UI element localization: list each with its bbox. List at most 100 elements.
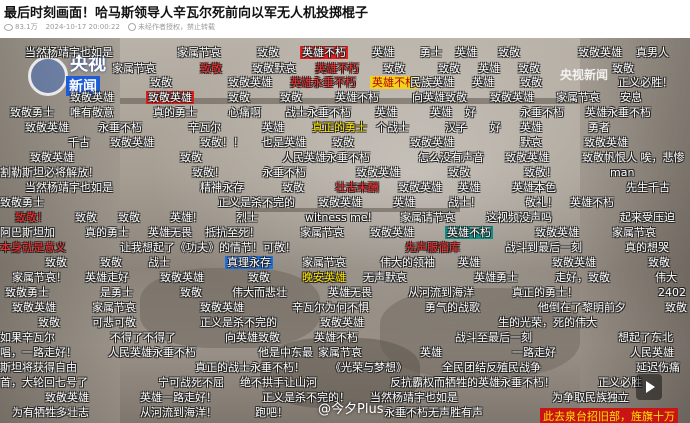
danmaku-comment: 永垂不朽 bbox=[98, 121, 142, 134]
danmaku-comment: 英雄 bbox=[520, 121, 542, 134]
danmaku-comment: 为有牺牲多壮志 bbox=[12, 406, 89, 419]
danmaku-comment: 反抗霸权而牺牲的英雄永垂不朽！ bbox=[390, 376, 555, 389]
danmaku-comment: 英雄不朽 bbox=[570, 196, 614, 209]
danmaku-comment: 致敬 bbox=[665, 301, 687, 314]
danmaku-comment: 好 bbox=[490, 121, 501, 134]
danmaku-comment: 伟大的领袖 bbox=[380, 256, 435, 269]
danmaku-comment: 家属请节哀 bbox=[400, 211, 455, 224]
copyright-notice: 未经作者授权，禁止转载 bbox=[127, 22, 215, 32]
danmaku-comment: 先声服宿库 bbox=[405, 241, 460, 254]
danmaku-comment: 割勒斯坦必将解放！ bbox=[0, 166, 99, 179]
danmaku-comment: 致敬 bbox=[282, 181, 304, 194]
danmaku-comment: 永垂不朽 bbox=[262, 166, 306, 179]
danmaku-comment: 致敬！ bbox=[192, 166, 225, 179]
danmaku-comment: 从河流到海洋 bbox=[408, 286, 474, 299]
danmaku-comment: 《光荣与梦想》 bbox=[330, 361, 407, 374]
danmaku-comment: 致敬英雄 bbox=[578, 46, 622, 59]
danmaku-comment: 英雄勇士 bbox=[474, 271, 518, 284]
danmaku-comment: 致敬 bbox=[180, 286, 202, 299]
danmaku-comment: 从河流到海洋！ bbox=[140, 406, 217, 419]
danmaku-comment: 致敬 bbox=[438, 62, 460, 75]
danmaku-comment: 英雄 bbox=[430, 106, 452, 119]
danmaku-comment: 致敬 bbox=[248, 271, 270, 284]
danmaku-comment: 致敬 bbox=[520, 76, 542, 89]
danmaku-comment: 家属节哀 bbox=[92, 301, 136, 314]
danmaku-comment: 致敬勇士 bbox=[10, 106, 54, 119]
danmaku-comment: 致敬 bbox=[38, 316, 60, 329]
danmaku-comment: 英雄 bbox=[393, 196, 415, 209]
danmaku-comment: 起来受压迫 bbox=[620, 211, 675, 224]
danmaku-comment: 致敬 bbox=[383, 62, 405, 75]
danmaku-comment: 烈士 bbox=[236, 211, 258, 224]
danmaku-comment: 一路走好 bbox=[512, 346, 556, 359]
danmaku-comment: 致敬英雄 bbox=[356, 166, 400, 179]
danmaku-comment: 勇士 bbox=[420, 46, 442, 59]
danmaku-comment: 跑吧！ bbox=[255, 406, 288, 419]
danmaku-comment: 晚安英雄 bbox=[302, 271, 346, 284]
video-player[interactable]: 央视 新闻 央视新闻 当然杨靖宇也如是 家属节哀 致敬 英雄不朽 英雄 勇士 英雄 致敬 致敬英… bbox=[0, 38, 690, 423]
danmaku-comment: 当然杨靖宇也如是 bbox=[25, 181, 113, 194]
danmaku-comment: 致敬英雄 bbox=[200, 301, 244, 314]
danmaku-comment: 战斗至最后一刻 bbox=[455, 331, 532, 344]
danmaku-comment: 致敬英雄 bbox=[318, 196, 362, 209]
danmaku-comment: 好 bbox=[465, 106, 476, 119]
danmaku-comment: 人民英雄永垂不朽 bbox=[282, 151, 370, 164]
danmaku-comment: 致敬英雄 bbox=[370, 226, 414, 239]
danmaku-comment: 英雄 bbox=[375, 106, 397, 119]
danmaku-comment: 2402 bbox=[658, 286, 686, 299]
danmaku-comment: 英雄 bbox=[455, 46, 477, 59]
danmaku-comment: 英雄永垂不朽 bbox=[585, 106, 651, 119]
danmaku-comment: 英雄 bbox=[372, 46, 394, 59]
danmaku-comment: 阿巴斯坦加 bbox=[0, 226, 55, 239]
danmaku-comment: 致敬 bbox=[648, 256, 670, 269]
danmaku-comment: 让我想起了《功夫》的情节！可敬！ bbox=[120, 241, 296, 254]
watermark-right: 央视新闻 bbox=[560, 68, 609, 82]
play-button[interactable] bbox=[636, 374, 662, 400]
danmaku-comment: 致敬 bbox=[332, 136, 354, 149]
danmaku-comment: 英雄一路走好！ bbox=[140, 391, 217, 404]
danmaku-comment: 勇气的战歌 bbox=[425, 301, 480, 314]
danmaku-comment: 英雄走好 bbox=[85, 271, 129, 284]
danmaku-comment: 英雄不朽 bbox=[335, 91, 379, 104]
danmaku-comment: 安息 bbox=[620, 91, 642, 104]
danmaku-comment: 家属节哀 bbox=[302, 256, 346, 269]
views-stat: 83.1万 bbox=[4, 22, 38, 32]
danmaku-comment: 伟大 bbox=[655, 271, 677, 284]
danmaku-comment: 致敬英雄 bbox=[584, 136, 628, 149]
danmaku-comment: 英雄！ bbox=[170, 211, 203, 224]
danmaku-comment: 致敬帆恨人 唉，悲惨 bbox=[582, 151, 685, 164]
danmaku-comment: 家属节哀 bbox=[112, 62, 156, 75]
danmaku-comment: 致敬 bbox=[280, 91, 302, 104]
article-meta: 83.1万 2024-10-17 20:00:22 未经作者授权，禁止转载 bbox=[4, 22, 215, 32]
danmaku-comment: 战斗到最后一刻 bbox=[505, 241, 582, 254]
danmaku-comment: 战士永垂不朽 bbox=[285, 106, 351, 119]
danmaku-comment: 延迟伤痛 bbox=[636, 361, 680, 374]
danmaku-comment: 精神永存 bbox=[200, 181, 244, 194]
danmaku-comment: 勇者 bbox=[588, 121, 610, 134]
danmaku-comment: 也是英雄 bbox=[262, 136, 306, 149]
danmaku-comment: 绝不拱手让山河 bbox=[240, 376, 317, 389]
danmaku-comment: 英雄不朽 bbox=[314, 331, 358, 344]
danmaku-comment: 家属节哀 bbox=[300, 226, 344, 239]
danmaku-comment: 真正的勇士！ bbox=[512, 286, 578, 299]
danmaku-comment: 致敬英雄 bbox=[12, 301, 56, 314]
danmaku-comment: 当然杨靖宇也如是 bbox=[25, 46, 113, 59]
danmaku-comment: 致敬 bbox=[612, 62, 634, 75]
danmaku-comment: 致敬 bbox=[180, 151, 202, 164]
danmaku-comment: 千古 bbox=[68, 136, 90, 149]
danmaku-comment: 致敬 bbox=[200, 62, 222, 75]
danmaku-comment: 致敬！ bbox=[524, 166, 557, 179]
views-count: 83.1万 bbox=[15, 23, 38, 31]
danmaku-comment: 英雄不朽 bbox=[315, 62, 359, 75]
danmaku-comment: 致敬 bbox=[100, 256, 122, 269]
danmaku-comment: 战士！ bbox=[448, 196, 481, 209]
danmaku-comment: 致敬英雄 bbox=[45, 391, 89, 404]
danmaku-comment: 这视频没声吗 bbox=[486, 211, 552, 224]
danmaku-comment: 心痛啊 bbox=[228, 106, 261, 119]
danmaku-comment: 英雄 bbox=[472, 76, 494, 89]
danmaku-comment: 致敬 bbox=[518, 62, 540, 75]
danmaku-comment: 向英雄致敬 bbox=[412, 91, 467, 104]
danmaku-comment: 全民团结反殖民战争 bbox=[442, 361, 541, 374]
danmaku-comment: 家属节哀 bbox=[177, 46, 221, 59]
danmaku-comment: 正义是杀不完的 bbox=[200, 316, 277, 329]
